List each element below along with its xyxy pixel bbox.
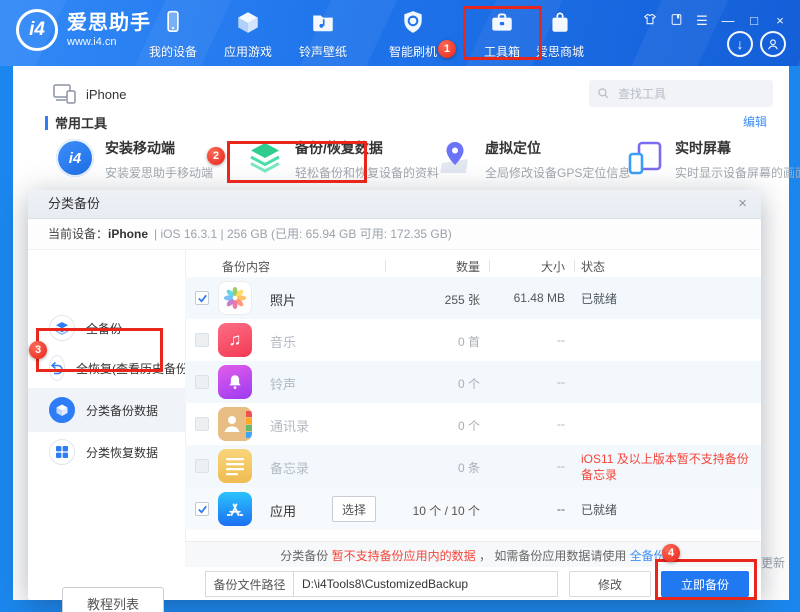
nav-item-my-device[interactable]: 我的设备 xyxy=(137,9,209,60)
step-badge-2: 2 xyxy=(207,147,225,165)
step-badge-1: 1 xyxy=(438,40,456,58)
appstore-app-icon xyxy=(218,492,252,526)
close-button[interactable]: × xyxy=(772,13,788,28)
table-row-music: ♫ 音乐 0 首 -- xyxy=(185,319,761,361)
shopping-bag-icon xyxy=(547,9,573,35)
tool-backup-restore[interactable]: 备份/恢复数据 轻松备份和恢复设备的资料 xyxy=(245,138,439,181)
download-icon[interactable]: ↓ xyxy=(727,31,753,57)
checkbox-apps[interactable] xyxy=(195,502,209,516)
nav-item-apps-games[interactable]: 应用游戏 xyxy=(212,9,284,60)
checkbox-ringtones[interactable] xyxy=(195,375,209,389)
table-row-notes: 备忘录 0 条 -- iOS11 及以上版本暂不支持备份备忘录 xyxy=(185,445,761,488)
modal-footer: 备份文件路径 修改 立即备份 xyxy=(185,567,761,600)
checkbox-contacts[interactable] xyxy=(195,417,209,431)
step-badge-3: 3 xyxy=(29,341,47,359)
menu-icon[interactable]: ☰ xyxy=(694,13,710,28)
phone-icon xyxy=(160,9,186,35)
sidebar-item-full-backup[interactable]: 全备份 xyxy=(28,308,185,348)
backup-path-input[interactable] xyxy=(293,571,558,597)
tutorial-list-button[interactable]: 教程列表 xyxy=(62,587,164,612)
screen-mirror-icon xyxy=(625,138,665,178)
photos-app-icon xyxy=(218,281,252,315)
cube-icon xyxy=(235,9,261,35)
table-row-ringtones: 铃声 0 个 -- xyxy=(185,361,761,403)
cube-category-icon xyxy=(49,397,75,423)
table-row-apps: 应用 选择 10 个 / 10 个 -- 已就绪 xyxy=(185,488,761,530)
minimize-button[interactable]: — xyxy=(720,13,736,28)
app-window: i4 爱思助手 www.i4.cn 我的设备 应用游戏 铃声壁纸 智能刷机 工具… xyxy=(0,0,800,612)
backup-layers-icon xyxy=(245,138,285,178)
nav-item-store[interactable]: 爱思商城 xyxy=(524,9,596,60)
modal-title: 分类备份 xyxy=(48,196,101,211)
modal-close-icon[interactable]: × xyxy=(738,190,747,218)
modify-path-button[interactable]: 修改 xyxy=(569,571,651,597)
device-icon xyxy=(53,83,77,110)
backup-now-button[interactable]: 立即备份 xyxy=(661,571,749,597)
checkbox-notes[interactable] xyxy=(195,459,209,473)
edit-link[interactable]: 编辑 xyxy=(743,113,767,130)
table-row-photos: 照片 255 张 61.48 MB 已就绪 xyxy=(185,277,761,319)
grid-icon xyxy=(49,439,75,465)
tool-install-mobile[interactable]: i4 安装移动端 安装爱思助手移动端 xyxy=(55,138,213,181)
sidebar-item-full-restore[interactable]: 全恢复(查看历史备份) xyxy=(28,348,192,388)
section-header: 常用工具 xyxy=(45,113,107,132)
music-app-icon: ♫ xyxy=(218,323,252,357)
layers-icon xyxy=(49,315,75,341)
modal-titlebar: 分类备份 × xyxy=(28,190,761,219)
notice-warning-text: 暂不支持备份应用内的数据 xyxy=(331,548,476,563)
table-row-contacts: 通讯录 0 个 -- xyxy=(185,403,761,445)
categorized-backup-modal: 分类备份 × 当前设备：iPhone | iOS 16.3.1 | 256 GB … xyxy=(28,190,761,612)
user-account-icon[interactable] xyxy=(760,31,786,57)
shield-refresh-icon xyxy=(400,9,426,35)
connected-device-name: iPhone xyxy=(86,87,127,102)
nav-item-ringtones[interactable]: 铃声壁纸 xyxy=(287,9,359,60)
tool-search[interactable] xyxy=(589,80,773,107)
map-pin-icon xyxy=(435,138,475,178)
search-icon xyxy=(598,88,609,99)
logo-i4-icon: i4 xyxy=(16,9,58,51)
table-header: 备份内容 数量 大小 状态 xyxy=(222,260,606,274)
tool-virtual-location[interactable]: 虚拟定位 全局修改设备GPS定位信息 xyxy=(435,138,630,181)
tool-live-screen[interactable]: 实时屏幕 实时显示设备屏幕的画面 xyxy=(625,138,800,181)
search-input[interactable] xyxy=(616,85,760,102)
maximize-button[interactable]: □ xyxy=(746,13,762,28)
checkbox-music[interactable] xyxy=(195,333,209,347)
section-title: 常用工具 xyxy=(55,116,108,131)
backup-path-label: 备份文件路径 xyxy=(205,571,293,597)
restore-arrow-icon xyxy=(49,355,65,381)
app-logo: i4 爱思助手 www.i4.cn xyxy=(16,9,151,51)
modal-sidebar: 全备份 全恢复(查看历史备份) 分类备份数据 分类恢复数据 教程列表 xyxy=(28,250,192,612)
ringtone-folder-icon xyxy=(310,9,336,35)
notes-app-icon xyxy=(218,449,252,483)
toolbox-icon xyxy=(489,9,515,35)
checkbox-photos[interactable] xyxy=(195,291,209,305)
section-accent-bar xyxy=(45,115,48,130)
modal-device-info: 当前设备：iPhone | iOS 16.3.1 | 256 GB (已用: 65… xyxy=(28,219,761,250)
background-update-text: 更新 xyxy=(761,556,786,570)
notes-unsupported-warning: iOS11 及以上版本暂不支持备份备忘录 xyxy=(581,452,749,482)
full-backup-link[interactable]: 全备份 xyxy=(630,547,666,564)
contacts-app-icon xyxy=(218,407,252,441)
ringtone-bell-icon xyxy=(218,365,252,399)
sidebar-item-categorized-restore[interactable]: 分类恢复数据 xyxy=(28,432,185,472)
i4-mobile-icon: i4 xyxy=(55,138,95,178)
sidebar-item-categorized-backup[interactable]: 分类备份数据 xyxy=(28,388,185,432)
skin-theme-icon[interactable] xyxy=(642,12,658,29)
step-badge-4: 4 xyxy=(662,544,680,562)
notebook-icon[interactable] xyxy=(668,13,684,29)
top-navbar: i4 爱思助手 www.i4.cn 我的设备 应用游戏 铃声壁纸 智能刷机 工具… xyxy=(0,0,800,66)
